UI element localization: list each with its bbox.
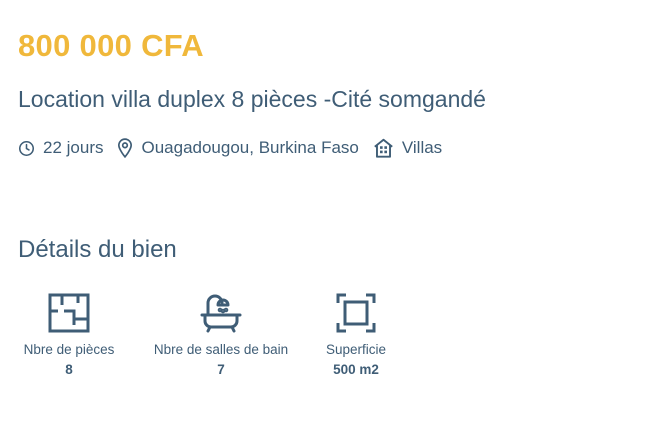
- feature-area: Superficie 500 m2: [318, 293, 394, 378]
- floor-plan-icon: [18, 293, 120, 338]
- clock-icon: [18, 140, 35, 157]
- meta-category-text: Villas: [401, 138, 443, 157]
- area-icon: [318, 293, 394, 338]
- listing-title: Location villa duplex 8 pièces -Cité som…: [18, 86, 486, 112]
- meta-category: Villas: [373, 138, 442, 158]
- feature-bathrooms-label: Nbre de salles de bain: [153, 342, 289, 357]
- feature-area-value: 500 m2: [333, 362, 379, 377]
- listing-price: 800 000 CFA: [18, 28, 204, 63]
- meta-age: 22 jours: [18, 138, 103, 158]
- meta-location: Ouagadougou, Burkina Faso: [117, 138, 359, 158]
- listing-meta: 22 jours Ouagadougou, Burkina Faso Villa…: [18, 136, 456, 160]
- building-icon: [373, 138, 394, 158]
- feature-area-label: Superficie: [325, 342, 387, 357]
- meta-location-text: Ouagadougou, Burkina Faso: [141, 138, 359, 157]
- meta-age-text: 22 jours: [43, 138, 104, 157]
- map-pin-icon: [117, 138, 133, 158]
- feature-bathrooms: Nbre de salles de bain 7: [145, 293, 297, 378]
- feature-rooms-label: Nbre de pièces: [23, 342, 115, 357]
- feature-rooms-value: 8: [65, 362, 73, 377]
- feature-rooms: Nbre de pièces 8: [18, 293, 120, 378]
- bathtub-icon: [145, 293, 297, 338]
- details-heading: Détails du bien: [18, 236, 177, 263]
- feature-bathrooms-value: 7: [217, 362, 225, 377]
